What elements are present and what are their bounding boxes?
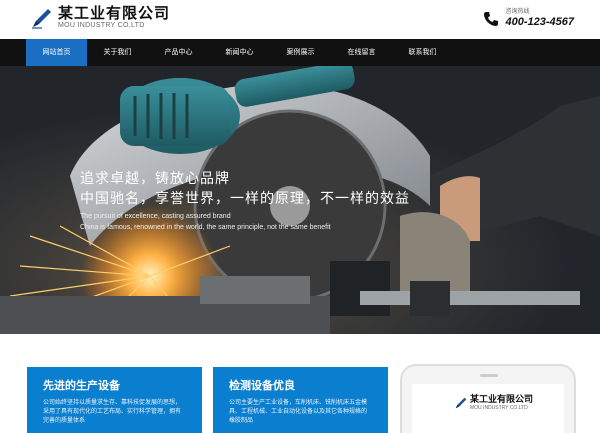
nav-item-message[interactable]: 在线留言 [331,39,392,66]
hotline-number[interactable]: 400-123-4567 [505,16,574,29]
slogan-line-1: 追求卓越，铸放心品牌 [80,170,230,186]
pen-logo-icon [32,8,51,29]
phone-icon [484,11,499,26]
feature-card-production[interactable]: 先进的生产设备 公司始终坚持以质量求生存、靠科技促发展的思想，采用了具有现代化的… [27,367,202,433]
slogan-english-2: China is famous, renowned in the world, … [80,224,331,231]
phone-screen: 某工业有限公司 MOU INDUSTRY CO.LTD [412,384,564,433]
site-header: 某工业有限公司 MOU INDUSTRY CO.LTD 咨询热线 400-123… [0,0,600,39]
hotline-label: 咨询热线 [505,9,530,15]
phone-logo-title: 某工业有限公司 [470,395,534,405]
phone-mockup: 某工业有限公司 MOU INDUSTRY CO.LTD [400,364,576,433]
pen-logo-icon [455,397,467,409]
site-logo[interactable]: 某工业有限公司 MOU INDUSTRY CO.LTD [30,5,170,30]
hotline: 咨询热线 400-123-4567 [483,8,574,29]
nav-item-cases[interactable]: 案例展示 [270,39,331,66]
nav-item-about[interactable]: 关于我们 [87,39,148,66]
phone-logo: 某工业有限公司 MOU INDUSTRY CO.LTD [454,395,533,411]
hero-slogan: 追求卓越，铸放心品牌 中国驰名，享誉世界，一样的原理，不一样的效益 The pu… [80,168,410,233]
nav-item-contact[interactable]: 联系我们 [392,39,453,66]
nav-item-news[interactable]: 新闻中心 [209,39,270,66]
slogan-line-2: 中国驰名，享誉世界，一样的原理，不一样的效益 [80,190,410,206]
hero-banner[interactable]: 追求卓越，铸放心品牌 中国驰名，享誉世界，一样的原理，不一样的效益 The pu… [0,66,600,334]
logo-subtitle: MOU INDUSTRY CO.LTD [58,22,145,29]
logo-title: 某工业有限公司 [58,4,171,22]
feature-card-testing[interactable]: 检测设备优良 公司主要生产工业设备，车削机床、铣削机床五金模具、工程机械、工业自… [213,367,388,433]
main-nav: 网站首页 关于我们 产品中心 新闻中心 案例展示 在线留言 联系我们 [0,39,600,66]
phone-logo-subtitle: MOU INDUSTRY CO.LTD [470,405,528,411]
feature-title: 检测设备优良 [229,380,295,392]
nav-item-home[interactable]: 网站首页 [26,39,87,66]
feature-title: 先进的生产设备 [43,380,120,392]
features-section: 先进的生产设备 公司始终坚持以质量求生存、靠科技促发展的思想，采用了具有现代化的… [0,334,600,433]
phone-speaker [480,374,498,377]
slogan-english-1: The pursuit of excellence, casting assur… [80,213,231,220]
feature-desc: 公司主要生产工业设备，车削机床、铣削机床五金模具、工程机械、工业自动化设备以及其… [229,400,368,424]
feature-desc: 公司始终坚持以质量求生存、靠科技促发展的思想，采用了具有现代化的工艺布局、实行科… [43,400,182,424]
nav-item-products[interactable]: 产品中心 [148,39,209,66]
